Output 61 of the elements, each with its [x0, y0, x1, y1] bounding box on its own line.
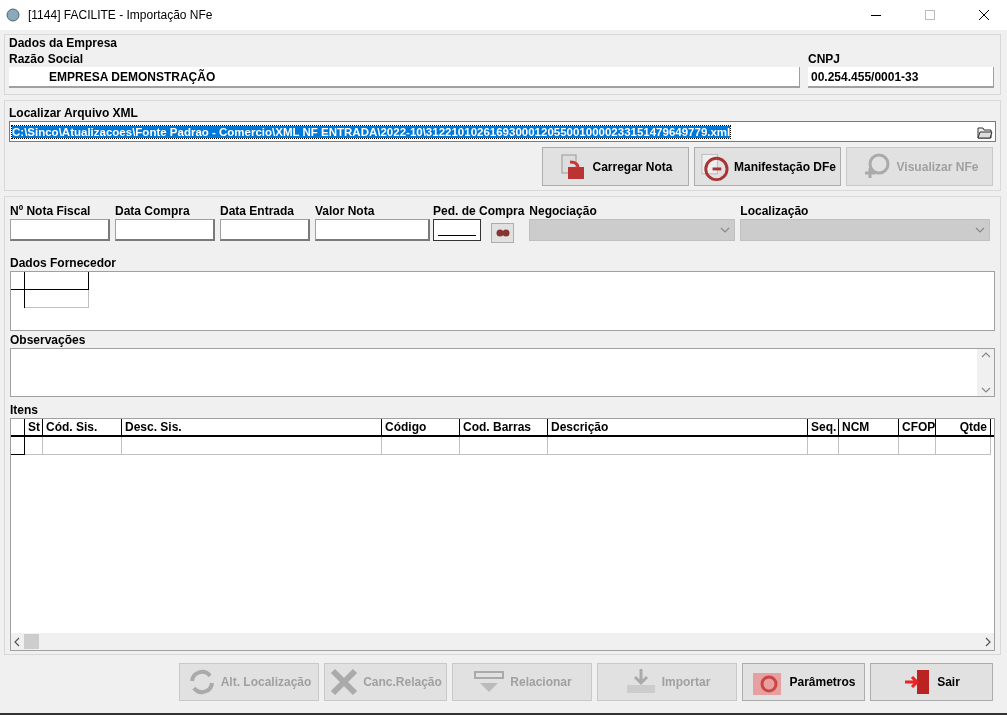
- column-header[interactable]: Seq.: [808, 419, 839, 435]
- column-header[interactable]: CFOP: [899, 419, 936, 435]
- toolbar-button[interactable]: Carregar Nota: [542, 147, 689, 186]
- lookup-button[interactable]: [491, 223, 514, 243]
- field-label: Ped. de Compra: [433, 203, 525, 219]
- row-indicator: [11, 437, 25, 455]
- app-icon: [6, 8, 20, 22]
- field-label: Observações: [10, 332, 87, 348]
- vertical-scrollbar[interactable]: [977, 349, 994, 396]
- xml-path-field[interactable]: C:\Sinco\Atualizacoes\Fonte Padrao - Comercio\XML NF ENTRADA\2022-10\31221010261693000120550010000233151479649779.xml: [9, 121, 996, 142]
- table-cell: [25, 290, 89, 308]
- scroll-down-icon[interactable]: [980, 387, 991, 393]
- input-field[interactable]: [10, 219, 110, 241]
- field-label: Dados Fornecedor: [10, 255, 118, 271]
- column-header[interactable]: Código: [382, 419, 460, 435]
- close-icon[interactable]: [979, 10, 989, 20]
- table-cell: [936, 437, 991, 455]
- cnpj-field: 00.254.455/0001-33: [808, 67, 994, 88]
- field-label: Localização: [740, 203, 810, 219]
- column-header[interactable]: St: [25, 419, 43, 435]
- input-field[interactable]: [115, 219, 215, 241]
- folder-open-icon[interactable]: [977, 124, 993, 139]
- input-field[interactable]: [433, 219, 481, 241]
- field-label: Nº Nota Fiscal: [10, 203, 92, 219]
- input-field[interactable]: [220, 219, 310, 241]
- field-label: Localizar Arquivo XML: [9, 105, 139, 121]
- action-button[interactable]: Parâmetros: [742, 663, 865, 701]
- input-field[interactable]: [315, 219, 430, 241]
- table-cell: [25, 437, 43, 455]
- row-indicator: [11, 272, 25, 290]
- scroll-right-icon[interactable]: [985, 636, 991, 647]
- field-label: Negociação: [529, 203, 598, 219]
- field-label: Razão Social: [9, 51, 85, 67]
- field-label: CNPJ: [808, 51, 841, 67]
- column-header[interactable]: Descrição: [548, 419, 808, 435]
- horizontal-scrollbar[interactable]: [11, 633, 994, 650]
- minimize-icon[interactable]: [871, 14, 881, 16]
- column-header[interactable]: Desc. Sis.: [122, 419, 382, 435]
- column-header[interactable]: Cod. Barras: [460, 419, 548, 435]
- table-cell: [808, 437, 839, 455]
- scroll-up-icon[interactable]: [980, 352, 991, 358]
- toolbar-button[interactable]: Manifestação DFe: [694, 147, 841, 186]
- window-title: [1144] FACILITE - Importação NFe: [28, 8, 214, 22]
- column-header[interactable]: NCM: [839, 419, 899, 435]
- group-title: Dados da Empresa: [9, 35, 119, 51]
- table-cell: [899, 437, 936, 455]
- company-name-field: EMPRESA DEMONSTRAÇÃO: [9, 67, 800, 88]
- action-button[interactable]: Sair: [870, 663, 993, 701]
- header-cell: [25, 272, 89, 290]
- field-label: Data Entrada: [220, 203, 296, 219]
- field-label: Itens: [10, 402, 39, 418]
- notes-textarea[interactable]: [10, 348, 995, 397]
- scrollbar-thumb[interactable]: [24, 634, 39, 649]
- scroll-left-icon[interactable]: [14, 636, 20, 647]
- cross-icon: [329, 667, 360, 697]
- column-header[interactable]: Qtde: [936, 419, 991, 435]
- field-label: Valor Nota: [315, 203, 376, 219]
- binoculars-icon: [495, 229, 510, 237]
- column-header[interactable]: Cód. Sis.: [43, 419, 122, 435]
- field-label: Data Compra: [115, 203, 191, 219]
- table-cell: [839, 437, 899, 455]
